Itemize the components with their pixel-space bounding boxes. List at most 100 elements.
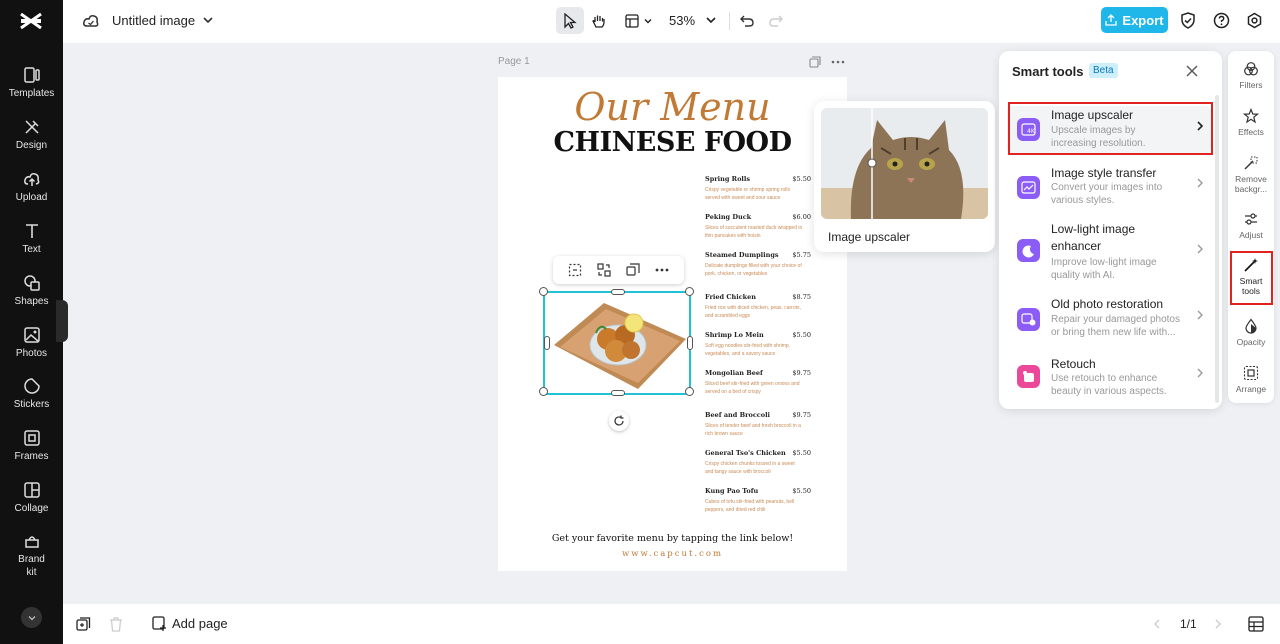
menu-item: Kung Pao Tofu $5.50 Cubes of tofu stir-f…: [705, 487, 811, 514]
resize-handle-top-right[interactable]: [685, 287, 694, 296]
document-title[interactable]: Untitled image: [112, 13, 195, 28]
replace-icon[interactable]: [597, 263, 611, 277]
duplicate-page-button[interactable]: [76, 617, 91, 632]
next-page-button[interactable]: [1212, 618, 1224, 630]
rotate-button[interactable]: [609, 411, 629, 431]
sidebar-item-label: Photos: [15, 348, 48, 359]
pages-grid-button[interactable]: [1248, 616, 1264, 632]
capcut-logo[interactable]: [18, 8, 44, 34]
shapes-icon: [23, 274, 41, 292]
resize-handle-bottom-left[interactable]: [539, 387, 548, 396]
menu-item-price: $5.50: [792, 487, 811, 495]
beta-badge: Beta: [1089, 63, 1118, 78]
page-more-button[interactable]: [831, 60, 845, 64]
panel-title: Smart tools: [1012, 64, 1084, 79]
menu-item-desc: Crispy vegetable or shrimp spring rolls …: [705, 187, 791, 201]
duplicate-icon[interactable]: [626, 263, 640, 277]
magic-wand-icon: [1243, 155, 1259, 171]
selection-box: [543, 291, 691, 395]
resize-handle-bottom-right[interactable]: [685, 387, 694, 396]
export-button[interactable]: Export: [1101, 7, 1168, 33]
menu-item-name: Steamed Dumplings: [705, 251, 779, 259]
stickers-icon: [23, 377, 41, 395]
resize-handle-bottom[interactable]: [611, 390, 625, 396]
sidebar-item-frames[interactable]: Frames: [0, 429, 63, 463]
tool-old-photo-restoration[interactable]: Old photo restoration Repair your damage…: [1007, 296, 1211, 346]
chevron-down-icon: [644, 19, 652, 24]
zoom-dropdown-button[interactable]: [703, 12, 719, 28]
sidebar-item-label: Text: [22, 244, 41, 255]
tool-image-style-transfer[interactable]: Image style transfer Convert your images…: [1007, 164, 1211, 212]
tool-name: Image style transfer: [1051, 166, 1157, 180]
tool-name: Low-light image enhancer: [1051, 222, 1136, 253]
title-dropdown-button[interactable]: [200, 12, 216, 28]
menu-item-name: Shrimp Lo Mein: [705, 331, 764, 339]
rail-item-opacity[interactable]: Opacity: [1228, 318, 1274, 347]
sidebar-item-brand-kit[interactable]: Brand kit: [0, 532, 63, 579]
layout-icon: [625, 14, 639, 28]
toolbar-divider: [729, 12, 730, 30]
hand-tool-button[interactable]: [587, 9, 611, 33]
sidebar-item-photos[interactable]: Photos: [0, 326, 63, 360]
duplicate-page-button[interactable]: [809, 56, 821, 68]
zoom-level[interactable]: 53%: [669, 13, 695, 28]
sidebar-item-shapes[interactable]: Shapes: [0, 274, 63, 308]
account-menu-button[interactable]: [21, 607, 42, 628]
sidebar-item-design[interactable]: Design: [0, 118, 63, 152]
cloud-save-button[interactable]: [81, 11, 101, 31]
sidebar-item-text[interactable]: Text: [0, 222, 63, 256]
upload-icon: [23, 170, 41, 188]
rail-item-remove-background[interactable]: Remove backgr...: [1228, 155, 1274, 194]
add-page-label: Add page: [172, 616, 228, 631]
sidebar-item-templates[interactable]: Templates: [0, 66, 63, 100]
sidebar-item-label: Shapes: [14, 296, 49, 307]
chevron-right-icon: [1197, 244, 1203, 254]
resize-handle-top[interactable]: [611, 289, 625, 295]
close-panel-button[interactable]: [1185, 64, 1199, 78]
select-tool-button[interactable]: [556, 7, 584, 34]
rail-item-label: Arrange: [1235, 384, 1267, 394]
crop-icon[interactable]: [568, 263, 582, 277]
layout-dropdown-button[interactable]: [622, 9, 656, 33]
resize-handle-top-left[interactable]: [539, 287, 548, 296]
rail-item-arrange[interactable]: Arrange: [1228, 365, 1274, 394]
settings-button[interactable]: [1244, 10, 1264, 30]
left-sidebar: Templates Design Upload Text Shapes Phot…: [0, 0, 63, 644]
sidebar-item-label: Upload: [15, 192, 48, 203]
menu-item: Steamed Dumplings $5.75 Delicate dumplin…: [705, 251, 811, 278]
menu-item: Mongolian Beef $9.75 Sliced beef stir-fr…: [705, 369, 811, 396]
tool-retouch[interactable]: Retouch Use retouch to enhance beauty in…: [1007, 356, 1211, 400]
more-icon[interactable]: [655, 268, 669, 272]
menu-title: CHINESE FOOD: [553, 127, 793, 158]
shield-button[interactable]: [1178, 10, 1198, 30]
sidebar-item-stickers[interactable]: Stickers: [0, 377, 63, 411]
rail-item-adjust[interactable]: Adjust: [1228, 211, 1274, 240]
menu-item-price: $5.50: [792, 331, 811, 339]
panel-scrollbar[interactable]: [1215, 95, 1219, 403]
add-page-icon: [152, 616, 166, 631]
rail-item-label: Adjust: [1239, 230, 1263, 240]
sidebar-collapse-handle[interactable]: [56, 300, 68, 342]
retouch-icon: [1017, 365, 1040, 388]
rail-item-effects[interactable]: Effects: [1228, 108, 1274, 137]
sidebar-item-collage[interactable]: Collage: [0, 481, 63, 515]
grid-icon: [1248, 616, 1264, 632]
delete-page-button[interactable]: [109, 617, 123, 632]
sidebar-item-upload[interactable]: Upload: [0, 170, 63, 204]
design-icon: [23, 118, 41, 136]
redo-button[interactable]: [766, 11, 786, 31]
add-page-button[interactable]: Add page: [152, 616, 228, 631]
resize-handle-left[interactable]: [544, 336, 550, 350]
photos-icon: [23, 326, 41, 344]
rotate-icon: [614, 415, 624, 426]
undo-button[interactable]: [737, 11, 757, 31]
resize-handle-right[interactable]: [687, 336, 693, 350]
rail-item-label: Effects: [1238, 127, 1264, 137]
rail-item-filters[interactable]: Filters: [1228, 61, 1274, 90]
chevron-down-icon: [706, 17, 716, 24]
previous-page-button[interactable]: [1151, 618, 1163, 630]
tool-low-light-enhancer[interactable]: Low-light image enhancer Improve low-lig…: [1007, 221, 1211, 285]
text-icon: [23, 222, 41, 240]
page-count: 1/1: [1180, 617, 1197, 631]
help-button[interactable]: [1211, 10, 1231, 30]
